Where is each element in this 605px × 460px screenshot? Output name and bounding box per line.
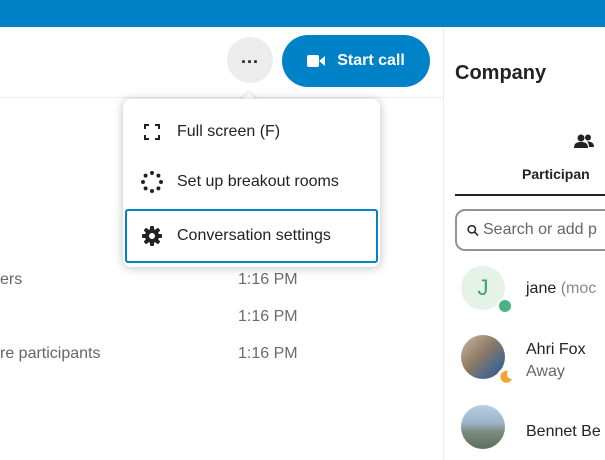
start-call-label: Start call bbox=[337, 52, 405, 69]
search-input[interactable] bbox=[483, 221, 605, 239]
message-text: ers bbox=[0, 271, 23, 288]
search-icon bbox=[467, 224, 479, 236]
fullscreen-icon bbox=[127, 124, 177, 140]
menu-item-breakout-rooms[interactable]: Set up breakout rooms bbox=[127, 157, 376, 207]
gear-icon bbox=[127, 226, 177, 246]
more-actions-button[interactable]: ... bbox=[227, 37, 273, 83]
message-time: 1:16 PM bbox=[238, 271, 298, 288]
avatar[interactable] bbox=[461, 405, 505, 449]
video-camera-icon bbox=[307, 55, 326, 67]
menu-item-label: Conversation settings bbox=[177, 227, 331, 244]
message-text: re participants bbox=[0, 345, 101, 362]
participants-icon bbox=[574, 134, 594, 153]
menu-item-conversation-settings[interactable]: Conversation settings bbox=[125, 209, 378, 263]
participant-search[interactable] bbox=[455, 209, 605, 251]
participant-name[interactable]: jane (moc bbox=[526, 280, 596, 298]
participant-name-text: jane bbox=[526, 280, 557, 297]
active-tab-indicator bbox=[455, 194, 605, 196]
message-time: 1:16 PM bbox=[238, 345, 298, 362]
participant-name[interactable]: Bennet Be bbox=[526, 423, 601, 441]
participant-status: Away bbox=[526, 363, 565, 380]
top-bar bbox=[0, 0, 605, 27]
menu-item-label: Set up breakout rooms bbox=[177, 173, 339, 190]
tab-participants[interactable]: Participan bbox=[522, 166, 590, 182]
away-status-icon bbox=[497, 368, 515, 386]
conversation-actions-menu: Full screen (F) Set up breakout rooms Co… bbox=[123, 99, 380, 267]
chat-header-divider bbox=[0, 97, 443, 98]
breakout-rooms-icon bbox=[127, 171, 177, 193]
participant-role: (moc bbox=[560, 280, 597, 297]
start-call-button[interactable]: Start call bbox=[282, 35, 430, 87]
sidebar-title: Company bbox=[455, 62, 547, 84]
menu-item-label: Full screen (F) bbox=[177, 123, 281, 140]
message-time: 1:16 PM bbox=[238, 308, 298, 325]
online-status-icon bbox=[497, 298, 513, 314]
avatar-initial: J bbox=[477, 275, 489, 300]
participant-name[interactable]: Ahri Fox bbox=[526, 341, 586, 359]
more-icon: ... bbox=[240, 47, 259, 67]
menu-item-full-screen[interactable]: Full screen (F) bbox=[127, 107, 376, 157]
